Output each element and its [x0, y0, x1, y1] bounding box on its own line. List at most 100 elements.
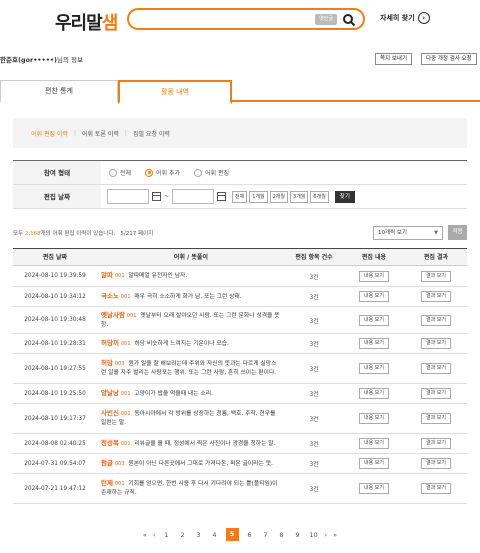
- row-word[interactable]: 허당끼: [101, 339, 119, 347]
- view-result-button[interactable]: 결과 보기: [421, 458, 451, 469]
- page-button[interactable]: 1: [162, 531, 172, 539]
- search-icon[interactable]: [342, 13, 356, 27]
- period-1m-button[interactable]: 1개월: [249, 190, 268, 203]
- filter-date-row: 편집 날짜 ~ 전체 1개월 2개월 3개월 6개월 찾기: [13, 185, 467, 209]
- row-word[interactable]: 허당: [101, 359, 113, 367]
- first-page-button[interactable]: «: [143, 531, 147, 539]
- table-row: 2024-08-10 19:27:55 허당 003 뭔가 일을 잘 해보려는데 주…: [13, 354, 467, 384]
- view-content-button[interactable]: 내용 보기: [359, 291, 389, 302]
- row-definition: 허당 비슷하게 느껴지는 기운이나 모습.: [134, 340, 229, 347]
- tab-statistics[interactable]: 편찬 통계: [0, 80, 118, 102]
- apply-button[interactable]: 적용: [448, 225, 467, 240]
- view-result-button[interactable]: 결과 보기: [421, 314, 451, 326]
- page-button[interactable]: 7: [261, 531, 271, 539]
- view-result-button[interactable]: 결과 보기: [421, 438, 451, 449]
- multi-revision-request-button[interactable]: 다중 개정 검사 요청: [421, 53, 477, 65]
- row-word[interactable]: 극소노: [101, 292, 119, 300]
- search-input[interactable]: 옛한글: [127, 8, 365, 30]
- row-definition: 매우 극히 소소하게 화가 남. 또는 그런 상태.: [134, 293, 242, 300]
- view-content-button[interactable]: 내용 보기: [359, 458, 389, 469]
- period-6m-button[interactable]: 6개월: [310, 190, 329, 203]
- period-3m-button[interactable]: 3개월: [290, 190, 309, 203]
- view-result-button[interactable]: 결과 보기: [421, 483, 451, 494]
- row-word[interactable]: 알따: [101, 271, 113, 279]
- row-definition: 기회를 얻으면, 한번 사용 후 다시 기다려야 되는 틀(플티임)이 존재하는…: [101, 481, 278, 496]
- row-word-number: 001: [120, 340, 131, 347]
- col-content: 편집 내용: [361, 254, 387, 261]
- radio-all[interactable]: 전체: [109, 168, 131, 177]
- next-page-button[interactable]: ›: [325, 531, 328, 539]
- col-count: 편집 항목 건수: [295, 254, 333, 261]
- send-message-button[interactable]: 쪽지 보내기: [375, 53, 413, 65]
- view-result-button[interactable]: 결과 보기: [421, 270, 451, 282]
- row-content-cell: 내용 보기: [343, 413, 405, 424]
- view-content-button[interactable]: 내용 보기: [359, 338, 389, 349]
- page-button[interactable]: 8: [277, 531, 287, 539]
- row-result-cell: 결과 보기: [405, 291, 467, 302]
- row-word[interactable]: 정성복: [101, 439, 119, 447]
- view-result-button[interactable]: 결과 보기: [421, 363, 451, 374]
- find-button[interactable]: 찾기: [334, 190, 355, 203]
- page-button[interactable]: 2: [178, 531, 188, 539]
- page-button-current[interactable]: 5: [225, 528, 239, 541]
- page-button[interactable]: 4: [210, 531, 220, 539]
- row-word-number: 001: [126, 312, 137, 319]
- radio-icon: [109, 168, 117, 177]
- view-content-button[interactable]: 내용 보기: [359, 270, 389, 282]
- last-page-button[interactable]: »: [333, 531, 337, 539]
- row-date: 2024-08-08 02:40:25: [24, 440, 86, 447]
- row-date: 2024-08-10 19:30:48: [24, 317, 86, 323]
- row-word-number: 001: [114, 481, 125, 487]
- page-button[interactable]: 3: [194, 531, 204, 539]
- view-result-button[interactable]: 결과 보기: [421, 291, 451, 302]
- submenu-edit-history[interactable]: 어휘 편집 이력: [25, 129, 74, 138]
- row-content-cell: 내용 보기: [343, 438, 405, 449]
- row-word[interactable]: 사빈신: [101, 409, 119, 417]
- start-date-input[interactable]: [107, 189, 149, 204]
- tab-activity[interactable]: 활동 내역: [118, 80, 232, 104]
- view-content-button[interactable]: 내용 보기: [359, 438, 389, 449]
- row-count: 3건: [309, 442, 319, 448]
- view-content-button[interactable]: 내용 보기: [359, 363, 389, 374]
- view-content-button[interactable]: 내용 보기: [359, 314, 389, 326]
- calendar-icon[interactable]: [217, 192, 227, 201]
- page-button[interactable]: 6: [245, 531, 255, 539]
- view-result-button[interactable]: 결과 보기: [421, 413, 451, 424]
- submenu-writing-request-history[interactable]: 집필 요청 이력: [127, 129, 176, 138]
- period-all-button[interactable]: 전체: [232, 190, 248, 203]
- row-count: 3건: [309, 342, 319, 348]
- view-result-button[interactable]: 결과 보기: [421, 388, 451, 399]
- row-word[interactable]: 옛날사람: [101, 311, 125, 319]
- detail-search-link[interactable]: 자세히 찾기 ›: [380, 12, 430, 24]
- logo[interactable]: 우리말샘: [55, 9, 118, 35]
- per-page-select[interactable]: 10개씩 보기 ▼: [373, 226, 443, 240]
- row-date: 2024-08-10 19:39:59: [24, 273, 86, 279]
- page-button[interactable]: 10: [309, 531, 319, 539]
- detail-search-label: 자세히 찾기: [380, 14, 415, 22]
- row-word[interactable]: 턴제: [101, 479, 113, 487]
- row-definition: 뭔가 일을 잘 해보려는데 주위와 자신의 뜻과는 다르게 실망스런 일을 자주…: [101, 361, 277, 376]
- user-info: 한준호(gor•••••)님의 정보: [0, 54, 83, 64]
- edit-history-table: 편집 날짜 어휘 / 뜻풀이 편집 항목 건수 편집 내용 편집 결과 2024…: [13, 248, 467, 504]
- radio-add[interactable]: 어휘 추가: [145, 168, 180, 177]
- calendar-icon[interactable]: [152, 192, 161, 201]
- view-content-button[interactable]: 내용 보기: [359, 413, 389, 424]
- row-result-cell: 결과 보기: [405, 483, 467, 494]
- page-button[interactable]: 9: [293, 531, 303, 539]
- row-word[interactable]: 양날낭: [101, 389, 119, 397]
- table-row: 2024-08-08 02:40:25 정성복 001 리뷰글을 올 때, 정성에서…: [13, 434, 467, 454]
- radio-edit[interactable]: 어휘 편집: [194, 168, 229, 177]
- period-2m-button[interactable]: 2개월: [269, 190, 289, 203]
- row-word[interactable]: 펌글: [101, 459, 113, 467]
- row-word-def: 허당 003 뭔가 일을 잘 해보려는데 주위와 자신의 뜻과는 다르게 실망스런…: [97, 359, 285, 378]
- prev-page-button[interactable]: ‹: [153, 531, 156, 539]
- view-content-button[interactable]: 내용 보기: [359, 483, 389, 494]
- row-count: 3건: [309, 318, 319, 325]
- submenu-discussion-history[interactable]: 어휘 토론 이력: [76, 129, 125, 138]
- view-content-button[interactable]: 내용 보기: [359, 388, 389, 399]
- summary-count: 2,168: [24, 231, 41, 237]
- row-content-cell: 내용 보기: [343, 388, 405, 399]
- view-result-button[interactable]: 결과 보기: [421, 338, 451, 349]
- end-date-input[interactable]: [172, 189, 215, 204]
- search-option-button[interactable]: 옛한글: [315, 14, 337, 25]
